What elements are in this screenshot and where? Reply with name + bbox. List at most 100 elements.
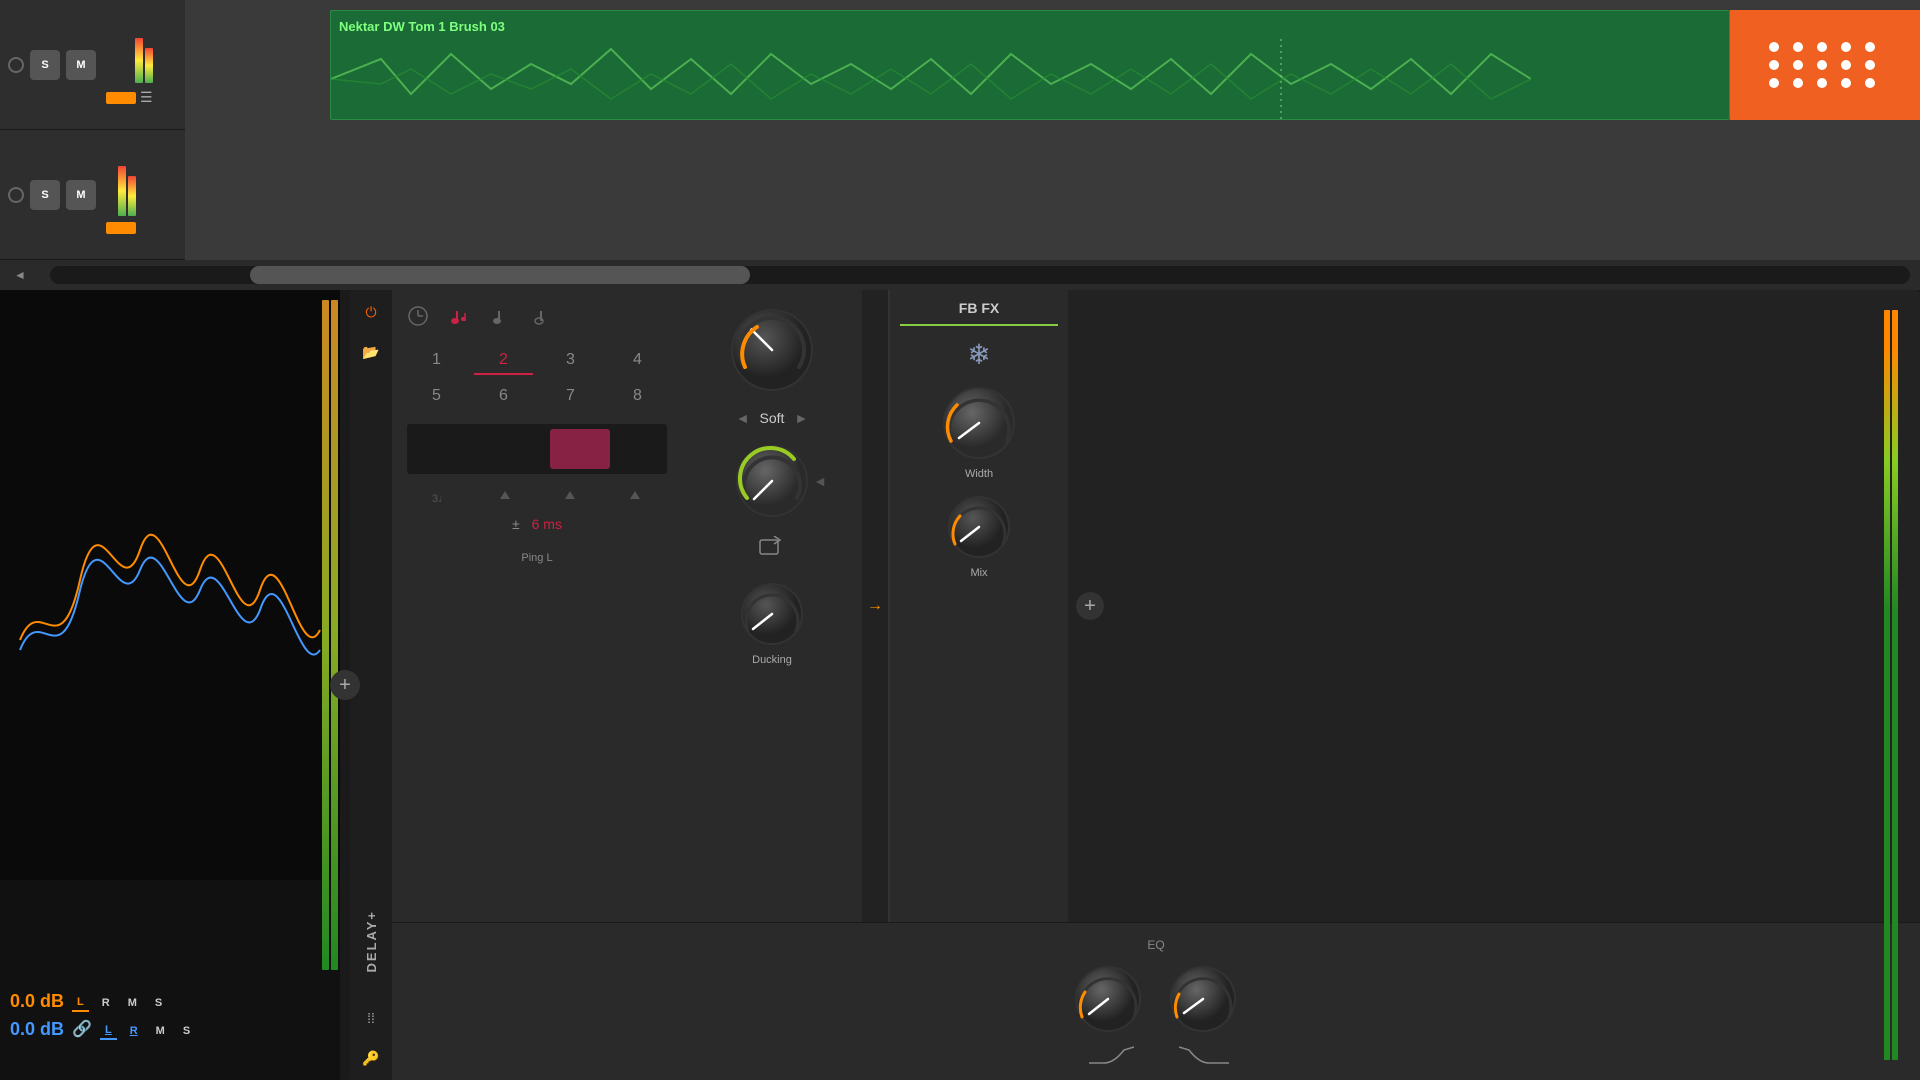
dot bbox=[1841, 60, 1851, 70]
half-note-icon[interactable] bbox=[533, 305, 555, 332]
dot bbox=[1793, 60, 1803, 70]
waveform-svg bbox=[331, 39, 1531, 119]
track-name: Nektar DW Tom 1 Brush 03 bbox=[339, 19, 505, 34]
track-fader[interactable] bbox=[106, 92, 136, 104]
timing-num-8[interactable]: 8 bbox=[608, 383, 667, 409]
ch1-r-btn[interactable]: R bbox=[97, 995, 115, 1011]
eq-knob-2[interactable] bbox=[1166, 962, 1241, 1037]
timing-numbers: 1 2 3 4 5 6 7 8 bbox=[407, 347, 667, 409]
ch2-l-btn[interactable]: L bbox=[100, 1022, 117, 1040]
plugin-area: 0.0 dB L R M S 0.0 dB 🔗 L R M S bbox=[0, 290, 1920, 1080]
ch2-r-btn[interactable]: R bbox=[125, 1023, 143, 1039]
track-solo-btn-2[interactable]: S bbox=[30, 180, 60, 210]
soft-prev-btn[interactable]: ◄ bbox=[736, 410, 750, 426]
track-meters-2 bbox=[118, 156, 136, 216]
add-right-btn[interactable]: + bbox=[1076, 592, 1104, 620]
panel-arrow: → bbox=[862, 290, 888, 922]
folder-btn[interactable]: 📂 bbox=[357, 338, 385, 366]
level-blue: 0.0 dB bbox=[10, 1019, 64, 1040]
track-controls: S M ☰ S M bbox=[0, 0, 185, 280]
soft-next-btn[interactable]: ► bbox=[794, 410, 808, 426]
mix-knob[interactable] bbox=[944, 492, 1014, 562]
soft-panel: ◄ Soft ► bbox=[682, 290, 862, 922]
eq-shape-1 bbox=[1084, 1045, 1134, 1065]
app-icon[interactable] bbox=[1730, 10, 1920, 120]
track-solo-btn[interactable]: S bbox=[30, 50, 60, 80]
vu-meters-left bbox=[322, 300, 338, 970]
ping-label: Ping L bbox=[407, 552, 667, 564]
soft-knob[interactable] bbox=[727, 305, 817, 395]
dot bbox=[1841, 78, 1851, 88]
freeze-btn[interactable]: ❄ bbox=[967, 338, 990, 371]
dot bbox=[1865, 78, 1875, 88]
ch2-s-btn[interactable]: S bbox=[178, 1023, 195, 1039]
ms-value: 6 ms bbox=[532, 516, 562, 532]
link-icon[interactable]: 🔗 bbox=[72, 1019, 92, 1039]
timing-thumb bbox=[550, 429, 610, 469]
daw-area: S M ☰ S M bbox=[0, 0, 1920, 280]
ch1-m-btn[interactable]: M bbox=[123, 995, 142, 1011]
vu-meters-plugin bbox=[1884, 310, 1898, 1060]
timing-num-5[interactable]: 5 bbox=[407, 383, 466, 409]
track-row-1: S M ☰ bbox=[0, 0, 185, 130]
svg-text:3♩: 3♩ bbox=[432, 493, 448, 505]
meter-bar-3 bbox=[118, 166, 126, 216]
plugin-name-label: DELAY+ bbox=[364, 910, 379, 972]
width-knob-section: Width bbox=[939, 383, 1019, 480]
track-row-2: S M bbox=[0, 130, 185, 260]
timing-num-6[interactable]: 6 bbox=[474, 383, 533, 409]
track-fader-2[interactable] bbox=[106, 222, 136, 234]
eq-knobs bbox=[407, 962, 1905, 1065]
scroll-track[interactable] bbox=[50, 266, 1910, 284]
lr-controls-2: L R M S bbox=[100, 1022, 195, 1040]
timing-slider[interactable] bbox=[407, 424, 667, 474]
eq-section: EQ bbox=[392, 922, 1920, 1080]
dot bbox=[1865, 60, 1875, 70]
timing-arrows: 3♩ bbox=[407, 489, 667, 508]
add-right-container: + bbox=[1068, 290, 1112, 922]
dot bbox=[1793, 78, 1803, 88]
ch1-s-btn[interactable]: S bbox=[150, 995, 167, 1011]
timing-num-1[interactable]: 1 bbox=[407, 347, 466, 375]
ch2-m-btn[interactable]: M bbox=[151, 1023, 170, 1039]
plus-minus-icon: ± bbox=[512, 516, 520, 532]
hamburger-icon[interactable]: ☰ bbox=[140, 89, 153, 106]
fbfx-panel: FB FX ❄ bbox=[888, 290, 1068, 922]
ducking-knob[interactable] bbox=[737, 579, 807, 649]
scroll-left-arrow[interactable]: ◄ bbox=[0, 260, 40, 290]
scroll-thumb[interactable] bbox=[250, 266, 750, 284]
timing-arrow-down-3 bbox=[562, 489, 578, 508]
analyzer-panel: 0.0 dB L R M S 0.0 dB 🔗 L R M S bbox=[0, 290, 340, 1080]
analyzer-labels: 0.0 dB L R M S 0.0 dB 🔗 L R M S bbox=[0, 980, 340, 1080]
delay-main: 1 2 3 4 5 6 7 8 bbox=[392, 290, 1920, 1080]
track-mute-btn[interactable]: M bbox=[66, 50, 96, 80]
timing-num-2[interactable]: 2 bbox=[474, 347, 533, 375]
add-left-btn[interactable]: + bbox=[330, 670, 360, 700]
ch1-l-btn[interactable]: L bbox=[72, 994, 89, 1012]
track-record-btn-2[interactable] bbox=[8, 187, 24, 203]
feedback-knob[interactable] bbox=[732, 441, 812, 521]
timing-num-7[interactable]: 7 bbox=[541, 383, 600, 409]
dot bbox=[1841, 42, 1851, 52]
meter-bar-1 bbox=[135, 38, 143, 83]
timing-num-4[interactable]: 4 bbox=[608, 347, 667, 375]
dotted-note-icon[interactable] bbox=[449, 305, 471, 332]
feedback-knob-section: ◄ bbox=[732, 441, 812, 521]
clock-icon[interactable] bbox=[407, 305, 429, 332]
track-record-btn[interactable] bbox=[8, 57, 24, 73]
power-btn[interactable]: ⏻ bbox=[357, 298, 385, 326]
loop-icon[interactable] bbox=[758, 536, 786, 564]
dots-btn[interactable]: ⁞⁞ bbox=[357, 1004, 385, 1032]
track-meters bbox=[135, 23, 153, 83]
width-knob[interactable] bbox=[939, 383, 1019, 463]
eq-knob-1[interactable] bbox=[1071, 962, 1146, 1037]
mix-label: Mix bbox=[970, 567, 987, 579]
note-icon[interactable] bbox=[491, 305, 513, 332]
right-controls: ◄ Soft ► bbox=[682, 290, 1920, 922]
timing-num-3[interactable]: 3 bbox=[541, 347, 600, 375]
track-mute-btn-2[interactable]: M bbox=[66, 180, 96, 210]
key-btn[interactable]: 🔑 bbox=[357, 1044, 385, 1072]
eq-label: EQ bbox=[407, 938, 1905, 952]
vu-bar-1 bbox=[322, 300, 329, 970]
ducking-knob-section: Ducking bbox=[737, 579, 807, 666]
